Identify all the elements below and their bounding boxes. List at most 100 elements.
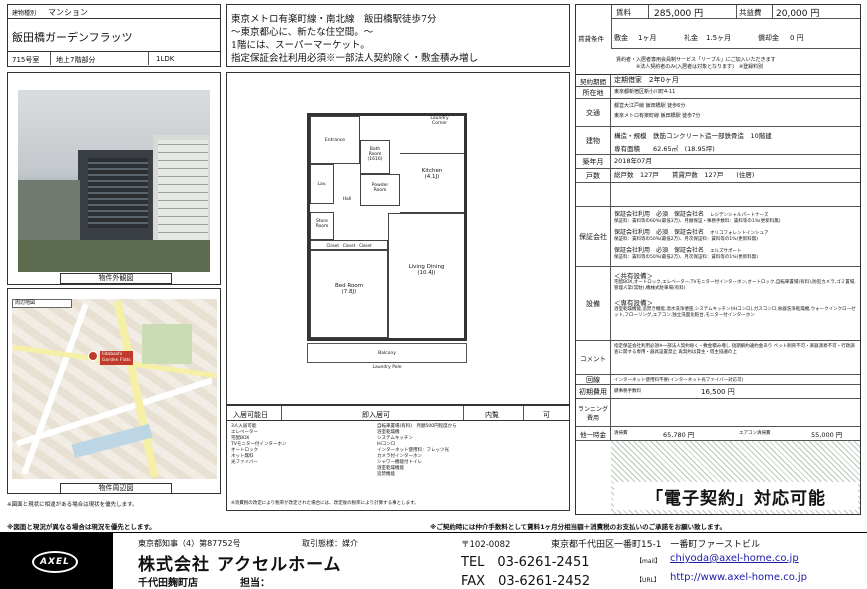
building-name: 飯田橋ガーデンフラッツ — [12, 31, 133, 44]
other-label: 他一時金 — [576, 427, 611, 441]
move-in-label: 入居可能日 — [233, 411, 268, 419]
viewing-value: 可 — [543, 411, 550, 419]
blank-row — [611, 183, 860, 207]
tax-note: ※消費税の改定により税率が改定された場合には、改定後の税率により計算する事としま… — [231, 501, 419, 506]
footer-postal: 〒102-0082 — [461, 540, 511, 550]
line-value: インターネット使用料不要(インターネット光ファイバー対応可) — [614, 378, 744, 383]
fp-lav: Lav. — [310, 164, 334, 204]
building-row: 構造・規模 鉄筋コンクリート造一部鉄骨造 10階建 専有面積 62.65㎡ (1… — [611, 127, 860, 155]
period-label: 契約期間 — [576, 75, 611, 87]
footer-url-label: 【URL】 — [636, 577, 660, 584]
building-name-row: 飯田橋ガーデンフラッツ — [7, 18, 221, 52]
exterior-caption: 物件外観図 — [98, 274, 134, 282]
floor: 地上7階部分 — [56, 56, 96, 64]
fp-laundry: Laundry Corner — [430, 116, 449, 126]
move-in-row: 入居可能日 即入居可 内覧 可 — [226, 405, 570, 421]
room-no: 715号室 — [12, 56, 40, 64]
footer-branch: 千代田麹町店 — [138, 578, 198, 589]
area-map: 周辺地図 Iidabashi Garden Flats — [12, 299, 217, 479]
map-panel: 周辺地図 Iidabashi Garden Flats — [7, 288, 221, 494]
equip-common-title: ＜共有設備＞ — [614, 272, 653, 280]
details-panel: 契約期間 定期借家 2年0ヶ月 所在地 東京都新宿区新小川町4-11 交通 都営… — [575, 75, 861, 515]
transport-label: 交通 — [576, 99, 611, 127]
fp-bedroom: Bed Room (7.8J) — [310, 250, 388, 338]
fp-hall: Hall — [342, 197, 352, 202]
type-value: マンション — [48, 8, 88, 17]
catch-line-4: 指定保証会社利用必須※一部法人契約除く・敷金積み増し — [231, 53, 479, 64]
electronic-contract-text: 「電子契約」対応可能 — [646, 488, 826, 509]
running-label: ランニング費用 — [576, 399, 611, 427]
move-in-value: 即入居可 — [362, 411, 390, 419]
deposit-value: 1ヶ月 — [638, 34, 657, 42]
initial-name: 鍵事務手数料 — [614, 389, 641, 394]
guarantee-3: 保証会社利用 必須 保証会社名 エルズサポート — [614, 247, 742, 254]
transport-1: 都営大江戸線 飯田橋駅 徒歩6分 — [614, 103, 686, 109]
footer-mail-link[interactable]: chiyoda@axel-home.co.jp — [670, 553, 799, 564]
footer-url-link[interactable]: http://www.axel-home.co.jp — [670, 572, 807, 583]
footer-fax: FAX 03-6261-2452 — [461, 574, 591, 589]
room-row: 715号室 地上7階部分 1LDK — [7, 52, 221, 67]
catch-line-2: 〜東京都心に、新たな住空間。〜 — [231, 27, 374, 38]
transport-2: 東京メトロ有楽町線 飯田橋駅 徒歩7分 — [614, 113, 701, 119]
footer-mail-label: 【mail】 — [636, 558, 661, 565]
footer-tel: TEL 03-6261-2451 — [461, 555, 590, 570]
equip-private: 浴室乾燥機能,追焚き機能,温水洗浄便座,システムキッチン(IHコンロ),ガスコン… — [614, 307, 856, 318]
fp-kitchen: Kitchen (4.1J) — [400, 153, 464, 213]
guarantee-2: 保証会社利用 必須 保証会社名 オリコフォレントインシュア — [614, 229, 769, 236]
bottom-note-right: ※ご契約時には仲介手数料として賃料1ヶ月分相当額＋消費税のお支払いのご承諾をお願… — [430, 523, 726, 531]
footer-person: 担当： — [240, 578, 270, 589]
footer-address: 東京都千代田区一番町15-1 一番町ファーストビル — [551, 540, 760, 550]
map-pin-icon — [88, 351, 98, 361]
fp-closets: Closet · Closet · Closet — [310, 240, 388, 250]
address-value: 東京都新宿区新小川町4-11 — [614, 89, 676, 95]
footer-license: 東京都知事（4）第87752号 — [138, 539, 241, 548]
comment-label: コメント — [576, 341, 611, 375]
header-type-row: 建物種別 マンション — [7, 4, 221, 18]
other2-name: エアコン清掃費 — [739, 431, 771, 436]
address-row: 東京都新宿区新小川町4-11 — [611, 87, 860, 99]
exterior-caption-box: 物件外観図 — [60, 273, 172, 284]
amort-value: 0 円 — [790, 34, 804, 42]
guarantee-label: 保証会社 — [576, 207, 611, 267]
equip-common: 宅配BOX,オートロック,エレベーター,TVモニター付インターホン,オートロック… — [614, 280, 856, 291]
fp-store: Store Room — [310, 212, 334, 240]
structure: 構造・規模 鉄筋コンクリート造一部鉄骨造 10階建 — [614, 132, 772, 140]
other2-value: 55,000 円 — [811, 431, 843, 439]
key-label: 礼金 — [684, 34, 698, 42]
units-row: 総戸数 127戸 賃貸戸数 127戸 (住居) — [611, 169, 860, 183]
equip-private-title: ＜専有設備＞ — [614, 299, 653, 307]
built-label: 築年月 — [576, 155, 611, 169]
map-corner-label: 周辺地図 — [12, 299, 72, 308]
rent-value: 285,000 円 — [654, 9, 704, 19]
fp-powder: Powder Room — [360, 174, 400, 206]
layout: 1LDK — [156, 55, 175, 63]
address-label: 所在地 — [576, 87, 611, 99]
conditions-note-2: ※法人契約者のみ(入居者は対象となります) ※登録料別 — [636, 64, 764, 70]
transport-row: 都営大江戸線 飯田橋駅 徒歩6分 東京メトロ有楽町線 飯田橋駅 徒歩7分 — [611, 99, 860, 127]
equip-label: 設備 — [576, 267, 611, 341]
map-property-label: Iidabashi Garden Flats — [100, 351, 133, 365]
exterior-panel — [7, 72, 221, 285]
key-value: 1.5ヶ月 — [706, 34, 732, 42]
fp-laundry-pole: Laundry Pole — [372, 365, 402, 370]
footer-logo: AXEL — [0, 533, 110, 589]
blank-label — [576, 183, 611, 207]
catch-line-1: 東京メトロ有楽町線・南北線 飯田橋駅徒歩7分 — [231, 14, 437, 25]
guarantee-3-detail: 保証料：賃料等の50%(最低2万)、月次保証料：賃料等の1%(更新料無) — [614, 255, 759, 260]
units-value: 総戸数 127戸 賃貸戸数 127戸 (住居) — [614, 171, 755, 179]
other-row: 清掃費 65,780 円 エアコン清掃費 55,000 円 — [611, 427, 860, 441]
other1-value: 65,780 円 — [663, 431, 695, 439]
running-row — [611, 399, 860, 427]
footer-company: 株式会社 アクセルホーム — [138, 555, 342, 575]
rent-label: 賃料 — [616, 8, 631, 17]
footer-type: 取引態様：媒介 — [302, 539, 358, 548]
initial-row: 鍵事務手数料 16,500 円 — [611, 385, 860, 399]
floorplan: Laundry Corner Entrance Bath Room (1616)… — [307, 113, 467, 373]
equip-row: ＜共有設備＞ 宅配BOX,オートロック,エレベーター,TVモニター付インターホン… — [611, 267, 860, 341]
floorplan-panel: Laundry Corner Entrance Bath Room (1616)… — [226, 72, 570, 405]
initial-value: 16,500 円 — [701, 388, 735, 396]
type-label: 建物種別 — [12, 10, 37, 17]
exterior-photo — [18, 90, 210, 272]
units-label: 戸数 — [576, 169, 611, 183]
built-value: 2018年07月 — [614, 157, 652, 165]
